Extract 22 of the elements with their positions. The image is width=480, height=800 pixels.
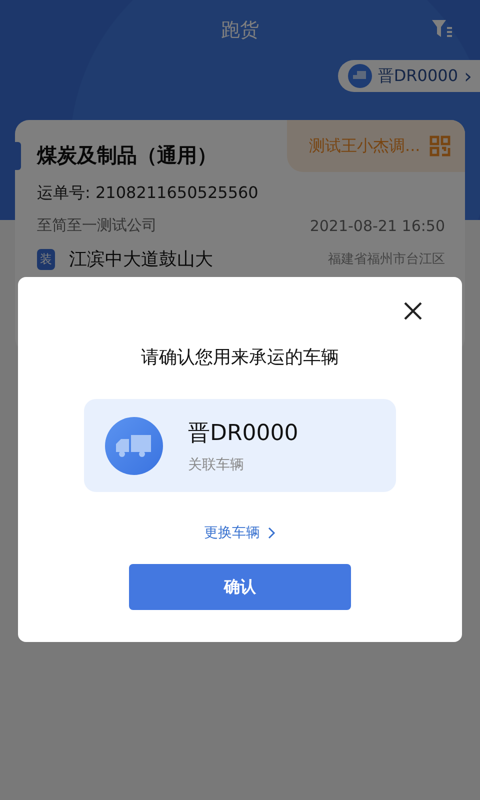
load-region: 福建省福州市台江区 <box>328 251 445 268</box>
order-time: 2021-08-21 16:50 <box>310 216 445 234</box>
close-icon[interactable] <box>403 301 423 321</box>
confirm-button[interactable]: 确认 <box>129 564 351 610</box>
company-name: 至简至一测试公司 <box>37 216 157 235</box>
dispatcher-name: 测试王小杰调... <box>309 136 420 156</box>
change-vehicle-link[interactable]: 更换车辆 <box>204 524 260 542</box>
page-title: 跑货 <box>221 18 259 43</box>
truck-icon <box>105 416 163 474</box>
load-badge: 装 <box>37 248 55 270</box>
truck-icon <box>348 64 372 88</box>
cargo-name: 煤炭及制品（通用） <box>37 142 217 169</box>
dialog-title: 请确认您用来承运的车辆 <box>141 346 339 369</box>
qr-code-icon[interactable] <box>429 135 451 157</box>
filter-icon[interactable] <box>431 19 453 39</box>
vehicle-plate: 晋DR0000 <box>188 420 298 448</box>
load-place: 江滨中大道鼓山大 <box>69 248 213 271</box>
vehicle-pill[interactable]: 晋DR0000 › <box>338 60 480 92</box>
accent-marker <box>15 142 21 170</box>
chevron-right-icon <box>268 527 276 539</box>
vehicle-note: 关联车辆 <box>188 456 245 474</box>
waybill-number: 运单号: 2108211650525560 <box>37 183 260 204</box>
